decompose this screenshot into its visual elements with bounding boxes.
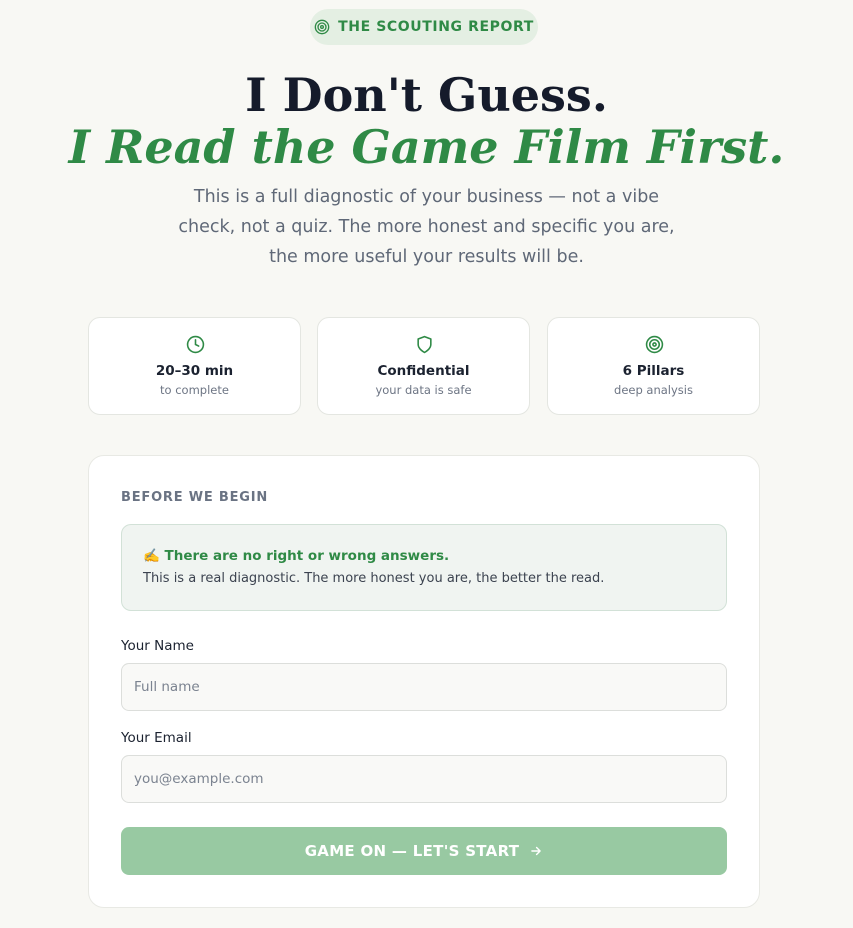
email-input[interactable] (121, 755, 727, 803)
start-button[interactable]: GAME ON — LET'S START (121, 827, 727, 875)
form-heading: BEFORE WE BEGIN (121, 490, 269, 505)
stat-title: 6 Pillars (622, 363, 685, 379)
badge-label: THE SCOUTING REPORT (338, 19, 534, 35)
shield-icon (417, 335, 432, 354)
arrow-right-icon (531, 846, 542, 856)
stat-subtitle: to complete (160, 383, 229, 397)
stat-card-pillars: 6 Pillars deep analysis (547, 317, 760, 415)
target-icon (314, 19, 330, 35)
intro-text: This is a full diagnostic of your busine… (178, 187, 675, 267)
intake-form-card: BEFORE WE BEGIN ✍️ There are no right or… (88, 455, 760, 908)
notice-title: ✍️ There are no right or wrong answers. (143, 548, 450, 564)
stat-title: 20–30 min (155, 363, 234, 379)
notice-box: ✍️ There are no right or wrong answers. … (121, 524, 727, 611)
stat-title: Confidential (377, 363, 470, 379)
stat-card-confidential: Confidential your data is safe (317, 317, 530, 415)
notice-body: This is a real diagnostic. The more hone… (143, 571, 605, 586)
clock-icon (186, 335, 205, 354)
email-label: Your Email (121, 730, 192, 746)
stat-subtitle: deep analysis (614, 383, 693, 397)
name-label: Your Name (121, 638, 194, 654)
stat-card-time: 20–30 min to complete (88, 317, 301, 415)
page: THE SCOUTING REPORT I Don't Guess. I Rea… (0, 0, 853, 928)
section-badge: THE SCOUTING REPORT (310, 9, 538, 45)
name-input[interactable] (121, 663, 727, 711)
start-button-label: GAME ON — LET'S START (304, 842, 520, 860)
headline-line-1: I Don't Guess. (245, 68, 608, 122)
page-title: I Don't Guess. I Read the Game Film Firs… (0, 66, 853, 170)
target-icon (645, 335, 664, 354)
stat-subtitle: your data is safe (375, 383, 472, 397)
headline-line-2: I Read the Game Film First. (68, 120, 785, 174)
